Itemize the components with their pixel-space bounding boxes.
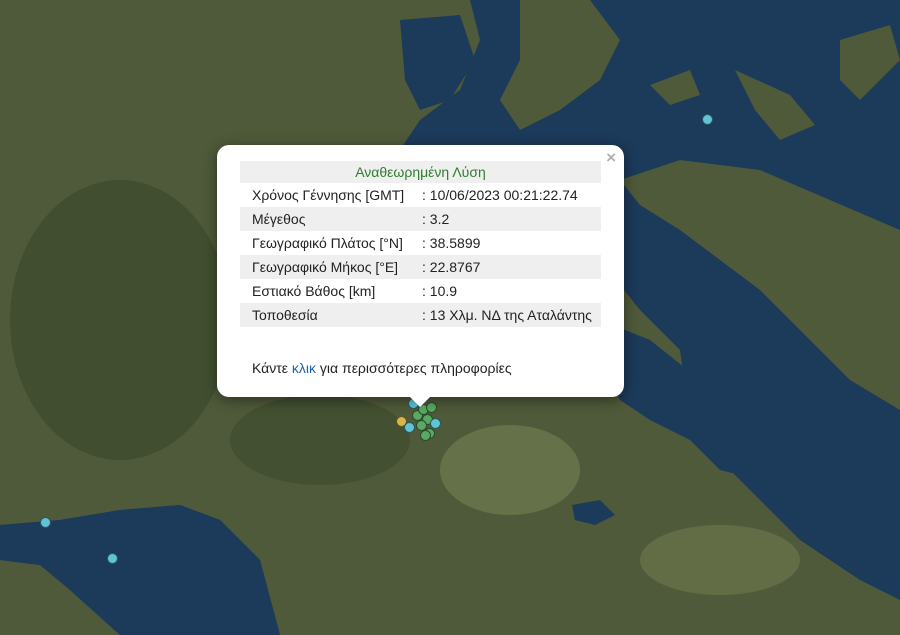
- earthquake-marker[interactable]: [404, 422, 415, 433]
- earthquake-marker[interactable]: [430, 418, 441, 429]
- location-value: : 13 Χλμ. ΝΔ της Αταλάντης: [422, 303, 601, 327]
- earthquake-marker[interactable]: [40, 517, 51, 528]
- close-icon[interactable]: ×: [606, 149, 616, 167]
- origin-time-value: : 10/06/2023 00:21:22.74: [422, 187, 578, 203]
- mountain-range-south: [230, 395, 410, 485]
- more-info-link[interactable]: κλικ: [292, 360, 316, 376]
- more-info-suffix: για περισσότερες πληροφορίες: [316, 360, 512, 376]
- earthquake-details-table: Αναθεωρημένη Λύση Χρόνος Γέννησης [GMT] …: [240, 161, 601, 327]
- earthquake-info-popup: × Αναθεωρημένη Λύση Χρόνος Γέννησης [GMT…: [217, 145, 624, 407]
- earthquake-marker[interactable]: [107, 553, 118, 564]
- mountain-range-west: [10, 180, 230, 460]
- magnitude-value: : 3.2: [422, 207, 601, 231]
- magnitude-label: Μέγεθος: [240, 207, 422, 231]
- longitude-label: Γεωγραφικό Μήκος [°E]: [240, 255, 422, 279]
- origin-time-label: Χρόνος Γέννησης [GMT]: [252, 187, 405, 203]
- popup-title: Αναθεωρημένη Λύση: [240, 161, 601, 183]
- depth-label: Εστιακό Βάθος [km]: [252, 283, 376, 299]
- earthquake-marker[interactable]: [420, 430, 431, 441]
- longitude-value: : 22.8767: [422, 255, 601, 279]
- location-label: Τοποθεσία: [240, 303, 422, 327]
- more-info-line: Κάντε κλικ για περισσότερες πληροφορίες: [252, 360, 512, 376]
- depth-value: : 10.9: [422, 283, 458, 299]
- plain-area: [440, 425, 580, 515]
- earthquake-marker[interactable]: [702, 114, 713, 125]
- latitude-value: : 38.5899: [422, 235, 481, 251]
- more-info-prefix: Κάντε: [252, 360, 292, 376]
- latitude-label: Γεωγραφικό Πλάτος [°N]: [252, 235, 403, 251]
- plain-area-east: [640, 525, 800, 595]
